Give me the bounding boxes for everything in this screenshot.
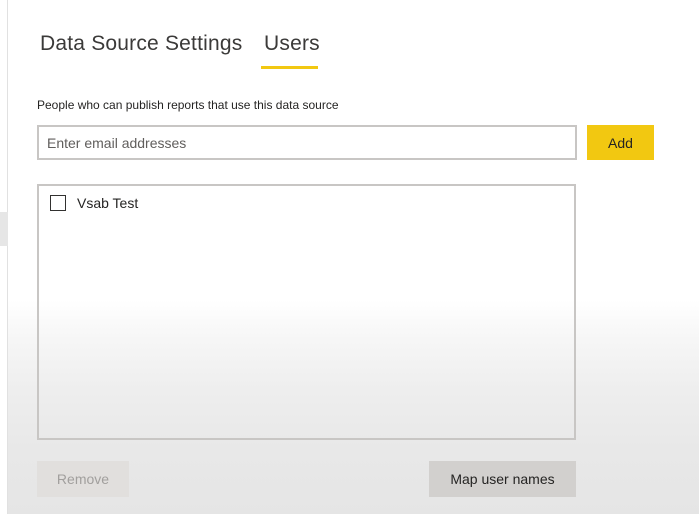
publish-permission-description: People who can publish reports that use … <box>37 98 339 112</box>
tab-users[interactable]: Users <box>264 32 320 56</box>
user-name: Vsab Test <box>77 195 139 211</box>
map-user-names-button[interactable]: Map user names <box>429 461 576 497</box>
add-button[interactable]: Add <box>587 125 654 160</box>
users-panel: Data Source Settings Users People who ca… <box>0 0 699 514</box>
email-input[interactable] <box>37 125 577 160</box>
list-item[interactable]: Vsab Test <box>50 193 138 213</box>
active-tab-indicator <box>261 66 318 69</box>
tab-data-source-settings[interactable]: Data Source Settings <box>40 32 242 56</box>
remove-button[interactable]: Remove <box>37 461 129 497</box>
user-checkbox[interactable] <box>50 195 66 211</box>
left-rail <box>0 0 8 514</box>
users-list[interactable]: Vsab Test <box>37 184 576 440</box>
rail-selection-mark <box>0 212 8 246</box>
